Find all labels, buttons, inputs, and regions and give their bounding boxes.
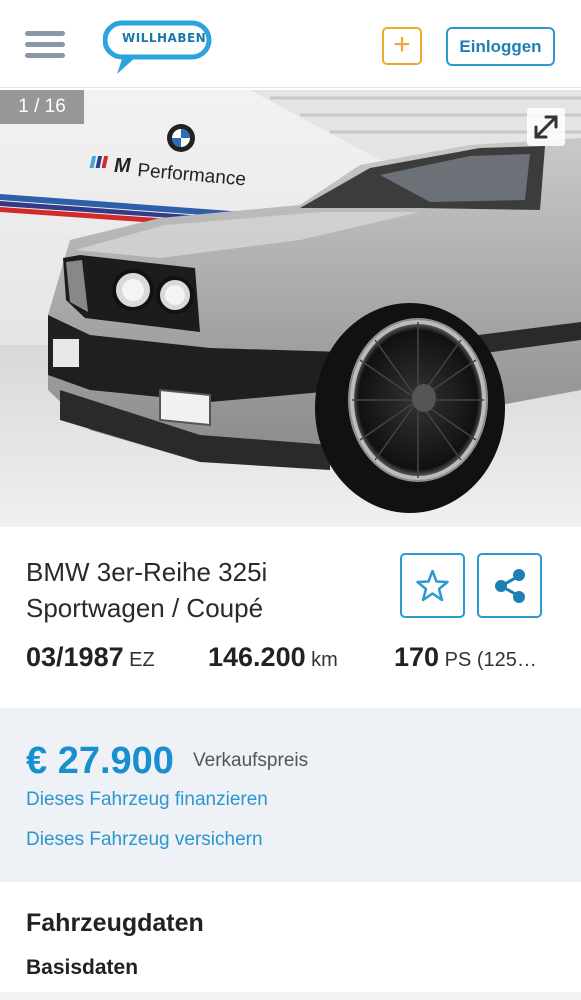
basic-data-heading: Basisdaten: [26, 956, 139, 979]
svg-text:M: M: [114, 155, 132, 177]
title-line-2: Sportwagen / Coupé: [26, 593, 264, 623]
spec-power: 170 PS (125…: [394, 642, 537, 673]
willhaben-logo[interactable]: [103, 20, 213, 76]
spec-value: 03/1987: [26, 642, 124, 672]
car-photo: M Performance: [0, 90, 581, 527]
login-button[interactable]: Einloggen: [446, 27, 555, 66]
divider: [0, 992, 581, 1000]
share-button[interactable]: [477, 553, 542, 618]
insurance-link[interactable]: Dieses Fahrzeug versichern: [26, 829, 263, 851]
spec-value: 146.200: [208, 642, 306, 672]
menu-icon[interactable]: [25, 31, 65, 61]
spec-registration: 03/1987 EZ: [26, 642, 155, 673]
spec-unit: km: [311, 649, 338, 671]
vehicle-data-heading: Fahrzeugdaten: [26, 909, 204, 937]
logo-text: WILLHABEN: [122, 31, 207, 45]
add-listing-button[interactable]: +: [382, 27, 422, 65]
spec-unit: PS (125…: [444, 649, 537, 671]
photo-gallery[interactable]: M Performance 1 / 16: [0, 90, 581, 527]
favorite-button[interactable]: [400, 553, 465, 618]
price-section: € 27.900 Verkaufspreis Dieses Fahrzeug f…: [0, 708, 581, 882]
title-line-1: BMW 3er-Reihe 325i: [26, 557, 268, 587]
star-icon: [416, 569, 449, 602]
price-value: € 27.900: [26, 740, 174, 782]
expand-icon[interactable]: [527, 108, 565, 146]
share-icon: [495, 569, 525, 603]
top-header: WILLHABEN + Einloggen: [0, 0, 581, 88]
spec-value: 170: [394, 642, 440, 672]
key-specs: 03/1987 EZ 146.200 km 170 PS (125…: [26, 642, 566, 682]
price-label: Verkaufspreis: [193, 750, 309, 771]
finance-link[interactable]: Dieses Fahrzeug finanzieren: [26, 789, 268, 811]
spec-mileage: 146.200 km: [208, 642, 338, 673]
image-counter: 1 / 16: [0, 90, 84, 124]
listing-title: BMW 3er-Reihe 325i Sportwagen / Coupé: [26, 554, 366, 626]
spec-unit: EZ: [129, 649, 155, 671]
